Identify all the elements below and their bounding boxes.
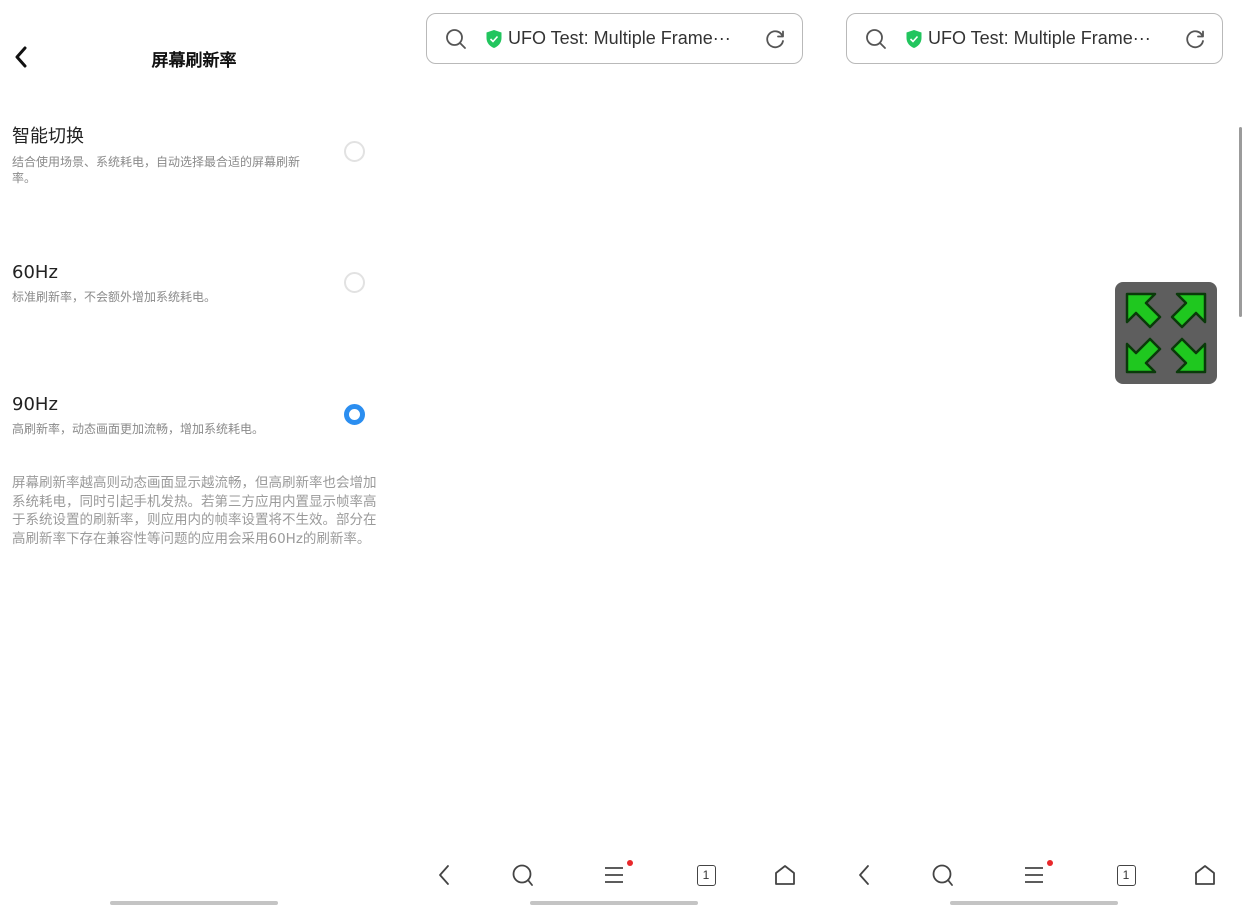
tabs-icon: 1 <box>1116 864 1136 886</box>
tabs-button[interactable]: 1 <box>693 862 719 888</box>
home-icon[interactable] <box>1192 862 1218 888</box>
address-bar[interactable]: UFO Test: Multiple Frame··· <box>846 13 1223 64</box>
secure-shield-icon <box>906 29 922 48</box>
option-description: 结合使用场景、系统耗电，自动选择最合适的屏幕刷新率。 <box>12 155 301 185</box>
search-icon[interactable] <box>445 28 467 50</box>
reload-icon[interactable] <box>1184 28 1206 50</box>
home-indicator[interactable] <box>950 901 1118 905</box>
refresh-rate-note: 屏幕刷新率越高则动态画面显示越流畅，但高刷新率也会增加系统耗电，同时引起手机发热… <box>12 475 377 547</box>
browser-panel-90fps: test (30fps vs 60fps vs 120fps) in suppo… <box>824 0 1245 912</box>
search-icon[interactable] <box>930 862 956 888</box>
reload-icon[interactable] <box>764 28 786 50</box>
option-90hz[interactable]: 90Hz 高刷新率，动态画面更加流畅，增加系统耗电。 <box>12 394 372 437</box>
option-title: 智能切换 <box>12 126 84 147</box>
screenshot-root: 屏幕刷新率 智能切换 结合使用场景、系统耗电，自动选择最合适的屏幕刷新率。 60… <box>0 0 1245 912</box>
settings-screen: 屏幕刷新率 智能切换 结合使用场景、系统耗电，自动选择最合适的屏幕刷新率。 60… <box>0 0 404 912</box>
page-title-text[interactable]: UFO Test: Multiple Frame··· <box>928 28 1178 49</box>
home-indicator[interactable] <box>110 901 278 905</box>
radio-90hz-selected[interactable] <box>344 404 365 425</box>
option-title: 60Hz <box>12 262 58 283</box>
search-icon[interactable] <box>510 862 536 888</box>
secure-shield-icon <box>486 29 502 48</box>
notification-dot <box>627 860 633 866</box>
page-title-text[interactable]: UFO Test: Multiple Frame··· <box>508 28 758 49</box>
back-icon[interactable] <box>852 862 878 888</box>
tabs-icon: 1 <box>696 864 716 886</box>
fullscreen-arrows-icon <box>1125 292 1207 374</box>
page-scrollbar[interactable] <box>1239 127 1242 317</box>
tabs-count: 1 <box>702 868 710 882</box>
menu-icon[interactable] <box>1021 862 1047 888</box>
radio-smart-switch[interactable] <box>344 141 365 162</box>
notification-dot <box>1047 860 1053 866</box>
fullscreen-button[interactable] <box>1115 282 1217 384</box>
browser-panel-60fps: Try these additional tests: Eye Tracking… <box>404 0 824 912</box>
option-60hz[interactable]: 60Hz 标准刷新率，不会额外增加系统耗电。 <box>12 262 372 305</box>
browser-bottom-nav: 1 <box>404 848 824 912</box>
tabs-button[interactable]: 1 <box>1113 862 1139 888</box>
home-icon[interactable] <box>772 862 798 888</box>
search-icon[interactable] <box>865 28 887 50</box>
browser-bottom-nav: 1 <box>824 848 1245 912</box>
option-smart-switch[interactable]: 智能切换 结合使用场景、系统耗电，自动选择最合适的屏幕刷新率。 <box>12 122 372 186</box>
home-indicator[interactable] <box>530 901 698 905</box>
option-description: 标准刷新率，不会额外增加系统耗电。 <box>12 290 217 304</box>
back-icon[interactable] <box>432 862 458 888</box>
tabs-count: 1 <box>1122 868 1130 882</box>
option-title: 90Hz <box>12 394 58 415</box>
page-title: 屏幕刷新率 <box>151 51 237 71</box>
menu-icon[interactable] <box>601 862 627 888</box>
address-bar[interactable]: UFO Test: Multiple Frame··· <box>426 13 803 64</box>
radio-60hz[interactable] <box>344 272 365 293</box>
option-description: 高刷新率，动态画面更加流畅，增加系统耗电。 <box>12 422 265 436</box>
